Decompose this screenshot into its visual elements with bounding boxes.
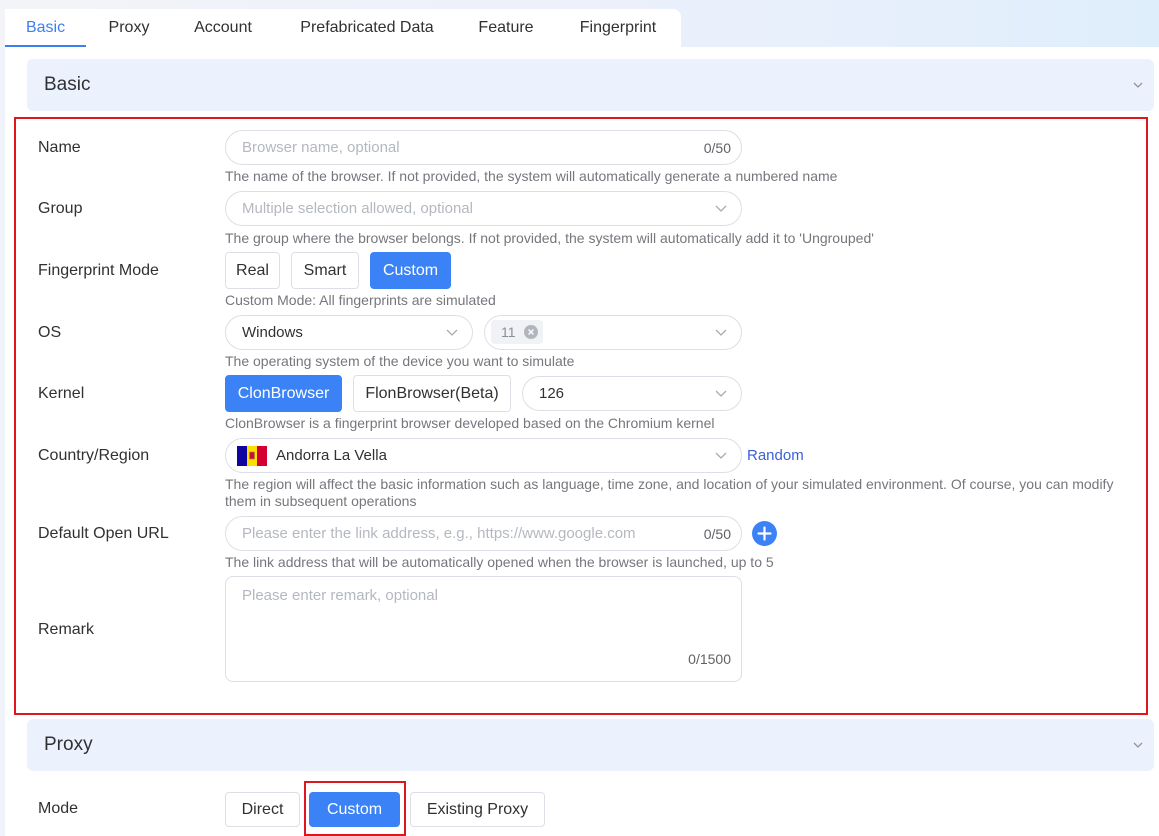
- close-icon[interactable]: [524, 325, 538, 339]
- fingerprint-mode-hint: Custom Mode: All fingerprints are simula…: [225, 292, 496, 308]
- country-label: Country/Region: [38, 447, 150, 464]
- kernel-version-value: 126: [539, 385, 565, 402]
- random-link[interactable]: Random: [747, 447, 804, 464]
- os-version-select[interactable]: 11: [484, 315, 742, 350]
- chevron-down-icon: [446, 329, 458, 336]
- kernel-flonbrowser-button[interactable]: FlonBrowser(Beta): [353, 375, 511, 412]
- tab-bar: Basic Proxy Account Prefabricated Data F…: [0, 0, 1159, 47]
- kernel-label: Kernel: [38, 385, 85, 402]
- kernel-version-select[interactable]: 126: [522, 376, 742, 411]
- fingerprint-mode-custom-button[interactable]: Custom: [370, 252, 451, 289]
- country-hint-continued: them in subsequent operations: [225, 493, 417, 509]
- proxy-direct-button[interactable]: Direct: [225, 792, 300, 827]
- url-input[interactable]: Please enter the link address, e.g., htt…: [225, 516, 742, 551]
- chevron-down-icon: [1133, 742, 1143, 748]
- url-count: 0/50: [703, 526, 731, 542]
- os-version-value: 11: [501, 324, 516, 340]
- group-select[interactable]: Multiple selection allowed, optional: [225, 191, 742, 226]
- chevron-down-icon: [715, 329, 727, 336]
- fingerprint-mode-label: Fingerprint Mode: [38, 262, 159, 279]
- os-select[interactable]: Windows: [225, 315, 473, 350]
- country-hint: The region will affect the basic informa…: [225, 476, 1114, 492]
- basic-section-header[interactable]: Basic: [27, 59, 1154, 111]
- name-label: Name: [38, 139, 81, 156]
- os-label: OS: [38, 324, 62, 341]
- tab-feature[interactable]: Feature: [463, 9, 549, 47]
- name-count: 0/50: [703, 140, 731, 156]
- tab-fingerprint[interactable]: Fingerprint: [562, 9, 674, 47]
- basic-section-title: Basic: [44, 74, 91, 95]
- os-version-tag: 11: [491, 320, 543, 344]
- remark-placeholder: Please enter remark, optional: [242, 587, 438, 604]
- name-input[interactable]: Browser name, optional 0/50: [225, 130, 742, 165]
- chevron-down-icon: [715, 452, 727, 459]
- tab-account[interactable]: Account: [176, 9, 270, 47]
- tab-prefabricated-data[interactable]: Prefabricated Data: [284, 9, 450, 47]
- chevron-down-icon: [715, 205, 727, 212]
- remark-count: 0/1500: [688, 651, 731, 667]
- os-value: Windows: [242, 324, 303, 341]
- url-hint: The link address that will be automatica…: [225, 554, 774, 570]
- os-hint: The operating system of the device you w…: [225, 353, 575, 369]
- kernel-hint: ClonBrowser is a fingerprint browser dev…: [225, 415, 715, 431]
- chevron-down-icon: [715, 390, 727, 397]
- proxy-section-title: Proxy: [44, 734, 93, 755]
- remark-label: Remark: [38, 621, 95, 638]
- name-hint: The name of the browser. If not provided…: [225, 168, 838, 184]
- name-placeholder: Browser name, optional: [242, 139, 400, 156]
- group-hint: The group where the browser belongs. If …: [225, 230, 874, 246]
- url-placeholder: Please enter the link address, e.g., htt…: [242, 525, 636, 542]
- chevron-down-icon: [1133, 82, 1143, 88]
- proxy-existing-button[interactable]: Existing Proxy: [410, 792, 545, 827]
- andorra-flag-icon: [237, 446, 267, 466]
- add-url-icon[interactable]: [752, 521, 777, 546]
- tab-basic[interactable]: Basic: [5, 9, 86, 47]
- remark-textarea[interactable]: Please enter remark, optional 0/1500: [225, 576, 742, 682]
- country-select[interactable]: Andorra La Vella: [225, 438, 742, 473]
- proxy-mode-label: Mode: [38, 800, 79, 817]
- group-label: Group: [38, 200, 83, 217]
- url-label: Default Open URL: [38, 525, 169, 542]
- tab-proxy[interactable]: Proxy: [90, 9, 168, 47]
- group-placeholder: Multiple selection allowed, optional: [242, 200, 473, 217]
- fingerprint-mode-smart-button[interactable]: Smart: [291, 252, 359, 289]
- kernel-clonbrowser-button[interactable]: ClonBrowser: [225, 375, 342, 412]
- fingerprint-mode-real-button[interactable]: Real: [225, 252, 280, 289]
- proxy-custom-highlight-box: [304, 781, 406, 836]
- country-value: Andorra La Vella: [276, 447, 387, 464]
- proxy-section-header[interactable]: Proxy: [27, 719, 1154, 771]
